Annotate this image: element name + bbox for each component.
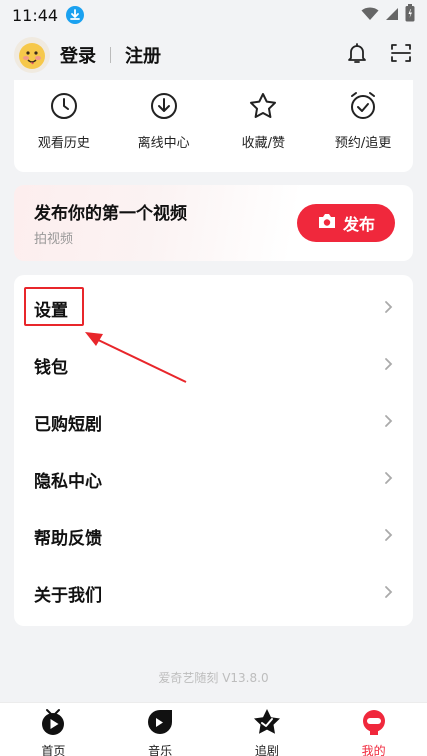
profile-icon bbox=[359, 707, 389, 741]
drama-star-icon bbox=[252, 707, 282, 741]
nav-mine[interactable]: 我的 bbox=[320, 703, 427, 756]
nav-label: 音乐 bbox=[148, 744, 173, 756]
home-play-icon bbox=[38, 707, 68, 741]
nav-music[interactable]: 音乐 bbox=[107, 703, 214, 756]
bottom-nav: 首页 音乐 追剧 我的 bbox=[0, 702, 427, 756]
nav-label: 首页 bbox=[41, 744, 66, 756]
nav-label: 我的 bbox=[361, 744, 386, 756]
nav-dramas[interactable]: 追剧 bbox=[214, 703, 321, 756]
annotation-arrow bbox=[85, 332, 187, 383]
nav-home[interactable]: 首页 bbox=[0, 703, 107, 756]
version-text: 爱奇艺随刻 V13.8.0 bbox=[158, 671, 269, 685]
nav-label: 追剧 bbox=[254, 744, 279, 756]
music-icon bbox=[145, 707, 175, 741]
